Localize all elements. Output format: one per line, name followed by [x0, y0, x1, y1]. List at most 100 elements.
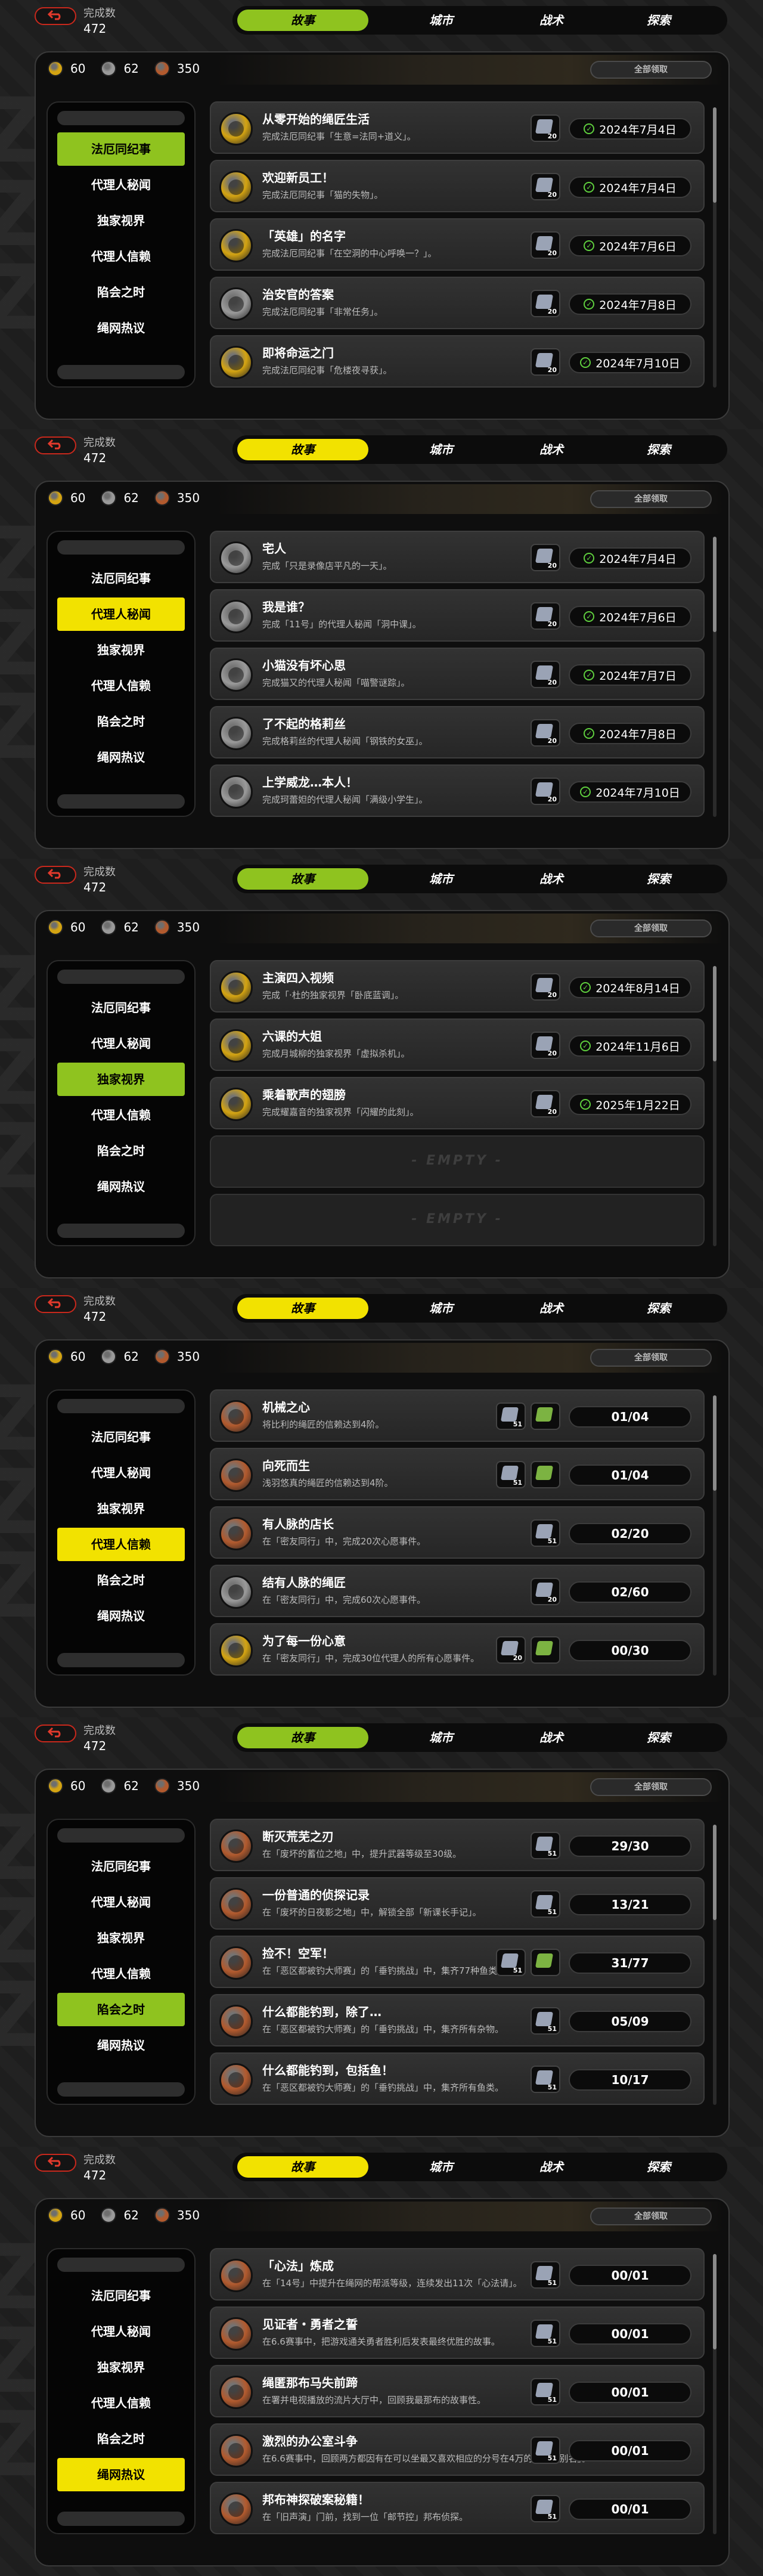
tab-story[interactable]: 故事 [237, 1298, 368, 1319]
scrollbar-thumb[interactable] [713, 1395, 717, 1491]
achievement-card[interactable]: 「英雄」的名字 完成法厄同纪事「在空洞的中心呼唤一？」。 20 ✓ 2024年7月6日 [210, 218, 705, 271]
tab-explore[interactable]: 探索 [599, 868, 718, 890]
sidebar-item[interactable]: 独家视界 [57, 2351, 185, 2384]
sidebar-item[interactable]: 代理人秘闻 [57, 2315, 185, 2348]
tab-story[interactable]: 故事 [237, 868, 368, 890]
scrollbar-thumb[interactable] [713, 2254, 717, 2349]
tab-explore[interactable]: 探索 [599, 10, 718, 31]
back-button[interactable] [35, 2154, 76, 2172]
sidebar-item[interactable]: 绳网热议 [57, 741, 185, 774]
achievement-card[interactable]: 有人脉的店长 在「密友同行」中，完成20次心愿事件。 51 02/20 [210, 1506, 705, 1559]
sidebar-item[interactable]: 代理人秘闻 [57, 1456, 185, 1490]
achievement-card[interactable]: 「心法」炼成 在「14号」中提升在绳网的帮派等级，连续发出11次「心法请」。 51 0… [210, 2248, 705, 2301]
sidebar-item[interactable]: 陷会之时 [57, 705, 185, 738]
sidebar-item[interactable]: 代理人秘闻 [57, 597, 185, 631]
achievement-card[interactable]: 捡不！空军！ 在「恶区都被钓大师赛」的「垂钓挑战」中，集齐77种鱼类。 51 31/7… [210, 1936, 705, 1988]
tab-city[interactable]: 城市 [382, 868, 501, 890]
sidebar-scroll-down[interactable] [57, 1224, 185, 1238]
achievement-card[interactable]: 断灭荒芜之刃 在「废坏的蓄位之地」中，提升武器等级至30级。 51 29/30 [210, 1819, 705, 1871]
sidebar-scroll-up[interactable] [57, 1828, 185, 1843]
achievement-card[interactable]: 为了每一份心意 在「密友同行」中，完成30位代理人的所有心愿事件。 20 00/30 [210, 1623, 705, 1676]
achievement-card[interactable]: 欢迎新员工！ 完成法厄同纪事「猫的失物」。 20 ✓ 2024年7月4日 [210, 160, 705, 212]
claim-all-button[interactable]: 全部领取 [590, 919, 712, 937]
achievement-card[interactable]: 宅人 完成「只是录像店平凡的一天」。 20 ✓ 2024年7月4日 [210, 531, 705, 583]
sidebar-item[interactable]: 法厄同纪事 [57, 991, 185, 1024]
achievement-card[interactable]: 见证者・勇者之誓 在6.6赛事中，把游戏通关勇者胜利后发表最终优胜的故事。 51 00… [210, 2306, 705, 2359]
claim-all-button[interactable]: 全部领取 [590, 61, 712, 79]
sidebar-item[interactable]: 绳网热议 [57, 2029, 185, 2062]
back-button[interactable] [35, 7, 76, 25]
achievement-card[interactable]: 从零开始的绳匠生活 完成法厄同纪事「生意=法同+道义」。 20 ✓ 2024年7月4日 [210, 101, 705, 154]
sidebar-item[interactable]: 陷会之时 [57, 275, 185, 309]
tab-story[interactable]: 故事 [237, 10, 368, 31]
back-button[interactable] [35, 1295, 76, 1313]
sidebar-item[interactable]: 法厄同纪事 [57, 1850, 185, 1883]
sidebar-item[interactable]: 独家视界 [57, 1921, 185, 1955]
list-scrollbar[interactable] [713, 537, 717, 817]
tab-explore[interactable]: 探索 [599, 2156, 718, 2178]
sidebar-item[interactable]: 代理人信赖 [57, 2386, 185, 2420]
back-button[interactable] [35, 866, 76, 884]
list-scrollbar[interactable] [713, 966, 717, 1246]
sidebar-item[interactable]: 绳网热议 [57, 311, 185, 345]
sidebar-item[interactable]: 代理人秘闻 [57, 1885, 185, 1919]
tab-city[interactable]: 城市 [382, 2156, 501, 2178]
sidebar-item[interactable]: 独家视界 [57, 633, 185, 667]
sidebar-item[interactable]: 独家视界 [57, 1492, 185, 1525]
achievement-card[interactable]: 向死而生 浅羽悠真的绳匠的信赖达到4阶。 51 01/04 [210, 1448, 705, 1500]
sidebar-item[interactable]: 独家视界 [57, 204, 185, 237]
achievement-card[interactable]: 邦布神探破案秘籍！ 在「旧声演」门前，找到一位「邮节控」邦布侦探。 51 00/01 [210, 2482, 705, 2534]
list-scrollbar[interactable] [713, 1825, 717, 2105]
tab-city[interactable]: 城市 [382, 10, 501, 31]
tab-tactics[interactable]: 战术 [492, 2156, 611, 2178]
tab-tactics[interactable]: 战术 [492, 1727, 611, 1748]
achievement-card[interactable]: 上学威龙…本人！ 完成珂蕾妲的代理人秘闻「满级小学生」。 20 ✓ 2024年7月10日 [210, 764, 705, 817]
sidebar-item[interactable]: 绳网热议 [57, 1170, 185, 1203]
list-scrollbar[interactable] [713, 2254, 717, 2534]
tab-explore[interactable]: 探索 [599, 439, 718, 460]
sidebar-scroll-up[interactable] [57, 540, 185, 555]
sidebar-scroll-up[interactable] [57, 1399, 185, 1413]
sidebar-item[interactable]: 法厄同纪事 [57, 1420, 185, 1454]
sidebar-scroll-up[interactable] [57, 2258, 185, 2272]
achievement-card[interactable]: 什么都能钓到，除了… 在「恶区都被钓大师赛」的「垂钓挑战」中，集齐所有杂物。 51 0… [210, 1994, 705, 2046]
list-scrollbar[interactable] [713, 1395, 717, 1676]
scrollbar-thumb[interactable] [713, 966, 717, 1061]
sidebar-item[interactable]: 绳网热议 [57, 1599, 185, 1633]
sidebar-item[interactable]: 陷会之时 [57, 2422, 185, 2456]
sidebar-scroll-up[interactable] [57, 111, 185, 125]
list-scrollbar[interactable] [713, 107, 717, 388]
achievement-card[interactable]: 乘着歌声的翅膀 完成耀嘉音的独家视界「闪耀的此刻」。 20 ✓ 2025年1月22日 [210, 1077, 705, 1129]
claim-all-button[interactable]: 全部领取 [590, 490, 712, 508]
sidebar-item[interactable]: 代理人秘闻 [57, 168, 185, 202]
tab-city[interactable]: 城市 [382, 439, 501, 460]
sidebar-item[interactable]: 代理人信赖 [57, 1528, 185, 1561]
achievement-card[interactable]: 治安官的答案 完成法厄同纪事「非常任务」。 20 ✓ 2024年7月8日 [210, 277, 705, 329]
achievement-card[interactable]: 即将命运之门 完成法厄同纪事「危楼夜寻获」。 20 ✓ 2024年7月10日 [210, 335, 705, 388]
tab-story[interactable]: 故事 [237, 439, 368, 460]
achievement-card[interactable]: 一份普通的侦探记录 在「废坏的日夜影之地」中，解锁全部「新课长手记」。 51 13/2… [210, 1877, 705, 1930]
sidebar-item[interactable]: 代理人秘闻 [57, 1027, 185, 1060]
sidebar-item[interactable]: 代理人信赖 [57, 1957, 185, 1990]
sidebar-scroll-down[interactable] [57, 365, 185, 379]
back-button[interactable] [35, 1724, 76, 1742]
sidebar-item[interactable]: 陷会之时 [57, 1993, 185, 2026]
sidebar-scroll-down[interactable] [57, 1653, 185, 1667]
sidebar-item[interactable]: 独家视界 [57, 1063, 185, 1096]
scrollbar-thumb[interactable] [713, 107, 717, 203]
achievement-card[interactable]: 什么都能钓到，包括鱼！ 在「恶区都被钓大师赛」的「垂钓挑战」中，集齐所有鱼类。 51… [210, 2052, 705, 2105]
sidebar-item[interactable]: 代理人信赖 [57, 669, 185, 702]
achievement-card[interactable]: 结有人脉的绳匠 在「密友同行」中，完成60次心愿事件。 20 02/60 [210, 1565, 705, 1617]
sidebar-scroll-down[interactable] [57, 2082, 185, 2097]
tab-tactics[interactable]: 战术 [492, 868, 611, 890]
achievement-card[interactable]: 六课的大姐 完成月城柳的独家视界「虚拟杀机」。 20 ✓ 2024年11月6日 [210, 1018, 705, 1071]
tab-story[interactable]: 故事 [237, 1727, 368, 1748]
sidebar-item[interactable]: 代理人信赖 [57, 240, 185, 273]
sidebar-item[interactable]: 法厄同纪事 [57, 132, 185, 166]
tab-story[interactable]: 故事 [237, 2156, 368, 2178]
tab-tactics[interactable]: 战术 [492, 1298, 611, 1319]
sidebar-item[interactable]: 法厄同纪事 [57, 562, 185, 595]
achievement-card[interactable]: 了不起的格莉丝 完成格莉丝的代理人秘闻「钢铁的女巫」。 20 ✓ 2024年7月8日 [210, 706, 705, 758]
claim-all-button[interactable]: 全部领取 [590, 1778, 712, 1796]
sidebar-scroll-down[interactable] [57, 794, 185, 809]
